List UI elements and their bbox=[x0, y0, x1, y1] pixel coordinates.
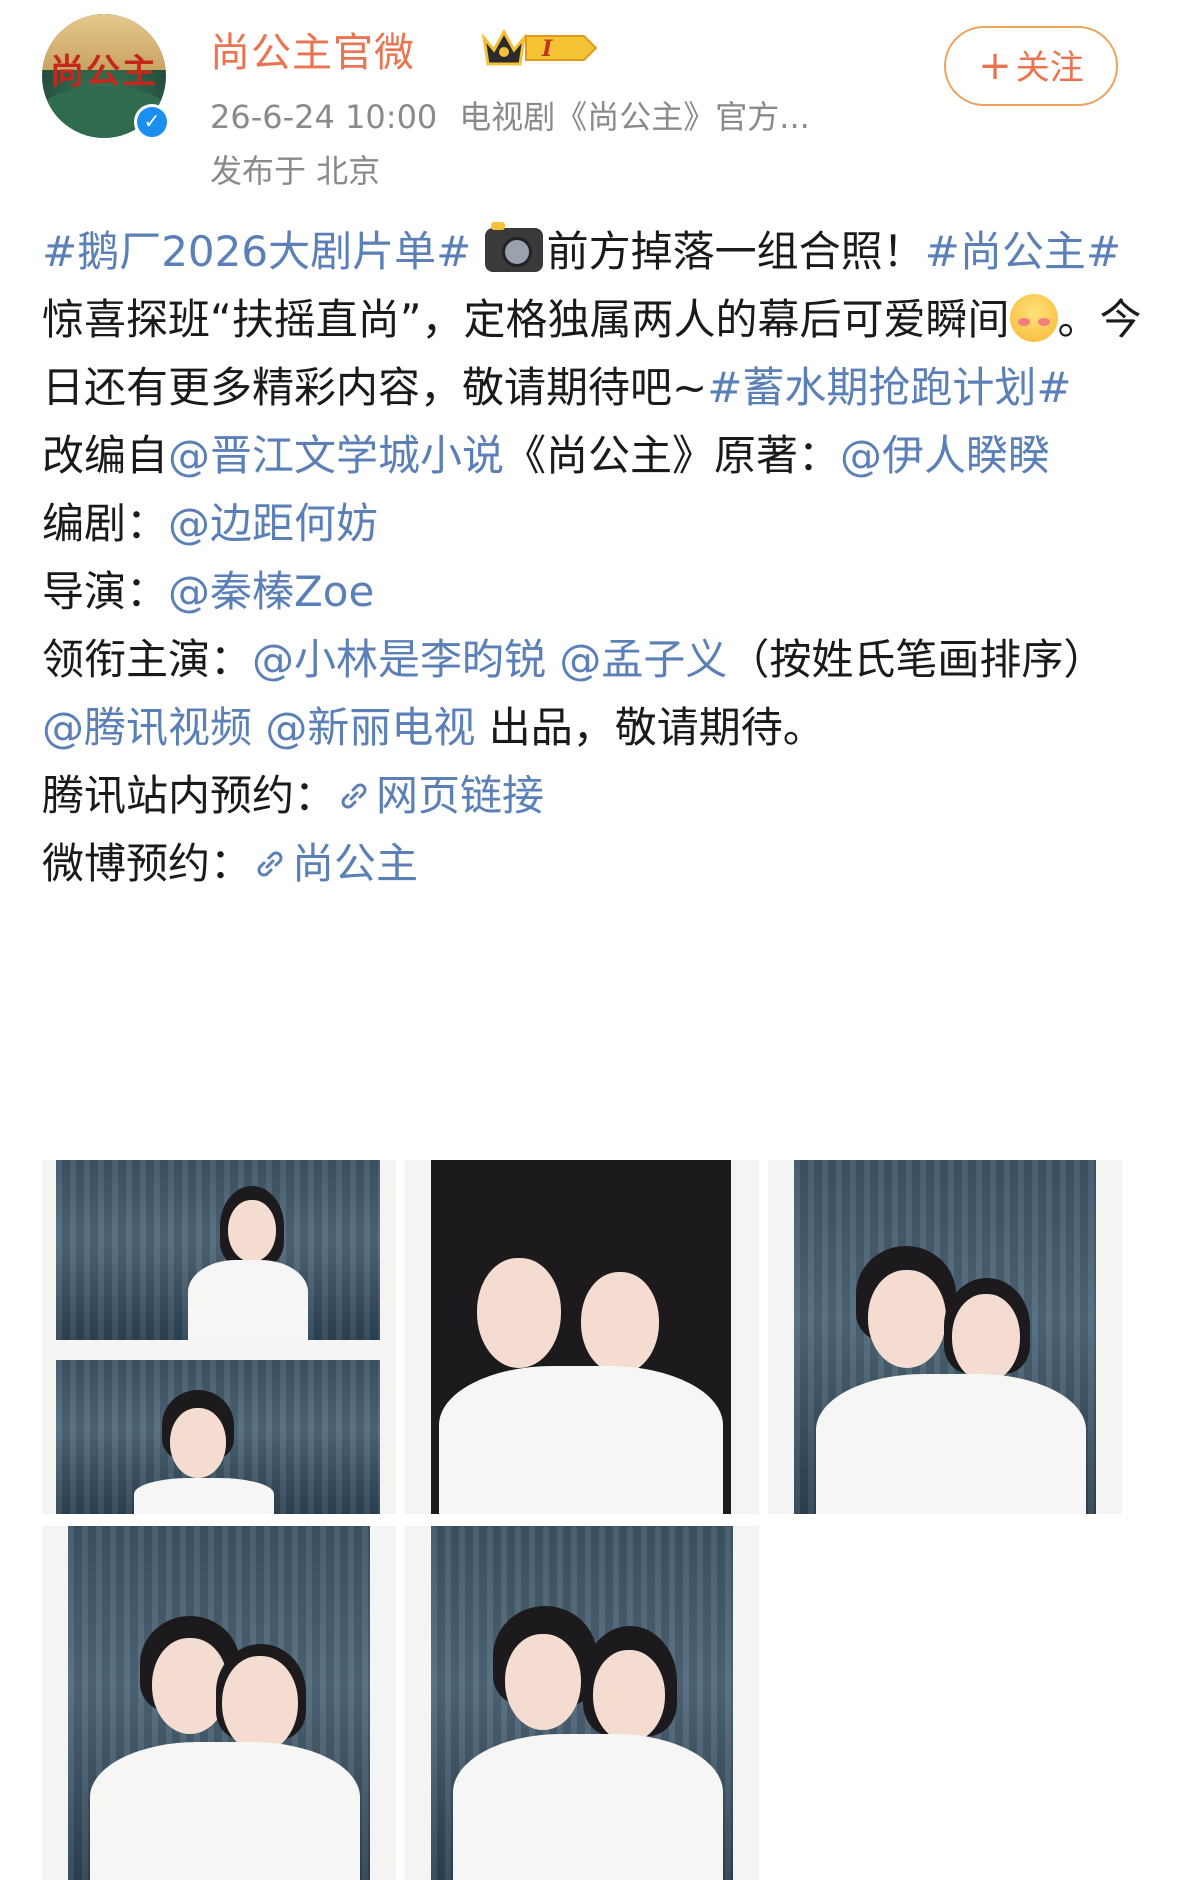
plus-icon: + bbox=[978, 43, 1012, 89]
mention-link[interactable]: @晋江文学城小说 bbox=[168, 431, 504, 480]
body-text: 前方掉落一组合照！ bbox=[546, 227, 925, 276]
camera-flash-emoji bbox=[484, 222, 543, 272]
paragraph-adapt: 改编自@晋江文学城小说《尚公主》原著：@伊人睽睽 bbox=[42, 422, 1142, 490]
paragraph-writer: 编剧：@边距何妨 bbox=[42, 490, 1142, 558]
post-time: 26-6-24 10:00 bbox=[210, 98, 438, 136]
paragraph-1: #鹅厂2026大剧片单# 前方掉落一组合照！#尚公主# 惊喜探班“扶摇直尚”，定… bbox=[42, 218, 1142, 422]
paragraph-producer: @腾讯视频 @新丽电视 出品，敬请期待。 bbox=[42, 694, 1142, 762]
hashtag-link[interactable]: #蓄水期抢跑计划# bbox=[707, 363, 1071, 412]
crown-vip-icon[interactable]: I bbox=[480, 26, 600, 70]
photo-5[interactable] bbox=[405, 1526, 759, 1880]
weibo-link[interactable]: 尚公主 bbox=[252, 839, 418, 888]
label-text: 导演： bbox=[42, 567, 169, 616]
mention-link[interactable]: @小林是李昀锐 bbox=[252, 635, 546, 684]
web-link-label: 网页链接 bbox=[376, 771, 545, 820]
mention-link[interactable]: @边距何妨 bbox=[168, 499, 378, 548]
photo-grid bbox=[42, 1160, 1137, 1880]
label-text: 出品，敬请期待。 bbox=[475, 703, 825, 752]
link-chain-icon bbox=[341, 783, 367, 809]
post-header: 尚公主 ✓ 尚公主官微 I 26-6-24 10:00 电视剧《尚公主》官方...… bbox=[42, 14, 1137, 194]
photo-2[interactable] bbox=[405, 1160, 759, 1514]
verified-badge-icon: ✓ bbox=[134, 104, 170, 140]
photo-1[interactable] bbox=[42, 1160, 396, 1514]
post-meta: 26-6-24 10:00 电视剧《尚公主》官方... bbox=[210, 92, 890, 138]
label-text: 《尚公主》原著： bbox=[504, 431, 841, 480]
mention-link[interactable]: @伊人睽睽 bbox=[840, 431, 1050, 480]
paragraph-tx: 腾讯站内预约： 网页链接 bbox=[42, 762, 1142, 830]
paragraph-director: 导演：@秦榛Zoe bbox=[42, 558, 1142, 626]
follow-label: 关注 bbox=[1015, 48, 1084, 88]
follow-button[interactable]: + 关注 bbox=[944, 26, 1118, 106]
post-location: 发布于 北京 bbox=[210, 152, 381, 190]
post-content: #鹅厂2026大剧片单# 前方掉落一组合照！#尚公主# 惊喜探班“扶摇直尚”，定… bbox=[42, 218, 1142, 898]
paragraph-lead: 领衔主演：@小林是李昀锐 @孟子义（按姓氏笔画排序） bbox=[42, 626, 1142, 694]
mention-link[interactable]: @新丽电视 bbox=[265, 703, 475, 752]
vip-level: I bbox=[541, 36, 553, 62]
label-text: 领衔主演： bbox=[42, 635, 253, 684]
blushing-face-emoji bbox=[1009, 294, 1058, 342]
post-source[interactable]: 电视剧《尚公主》官方... bbox=[459, 98, 810, 136]
paragraph-wb: 微博预约： 尚公主 bbox=[42, 830, 1142, 898]
mention-link[interactable]: @腾讯视频 bbox=[42, 703, 252, 752]
label-text: 腾讯站内预约： bbox=[42, 771, 337, 820]
avatar-title: 尚公主 bbox=[50, 52, 158, 92]
weibo-post: 尚公主 ✓ 尚公主官微 I 26-6-24 10:00 电视剧《尚公主》官方...… bbox=[0, 0, 1179, 1880]
link-chain-icon bbox=[257, 851, 283, 877]
mention-link[interactable]: @秦榛Zoe bbox=[168, 567, 374, 616]
hashtag-link[interactable]: #尚公主# bbox=[925, 227, 1121, 276]
weibo-link-label: 尚公主 bbox=[292, 839, 419, 888]
label-text: 微博预约： bbox=[42, 839, 253, 888]
body-text: 惊喜探班“扶摇直尚”，定格独属两人的幕后可爱瞬间 bbox=[42, 295, 1010, 344]
label-text: 编剧： bbox=[42, 499, 169, 548]
mention-link[interactable]: @孟子义 bbox=[559, 635, 727, 684]
label-text: 改编自 bbox=[42, 431, 169, 480]
username[interactable]: 尚公主官微 bbox=[210, 20, 415, 78]
web-link[interactable]: 网页链接 bbox=[336, 771, 544, 820]
label-text: （按姓氏笔画排序） bbox=[727, 635, 1106, 684]
hashtag-link[interactable]: #鹅厂2026大剧片单# bbox=[42, 227, 471, 276]
photo-4[interactable] bbox=[42, 1526, 396, 1880]
photo-3[interactable] bbox=[768, 1160, 1122, 1514]
